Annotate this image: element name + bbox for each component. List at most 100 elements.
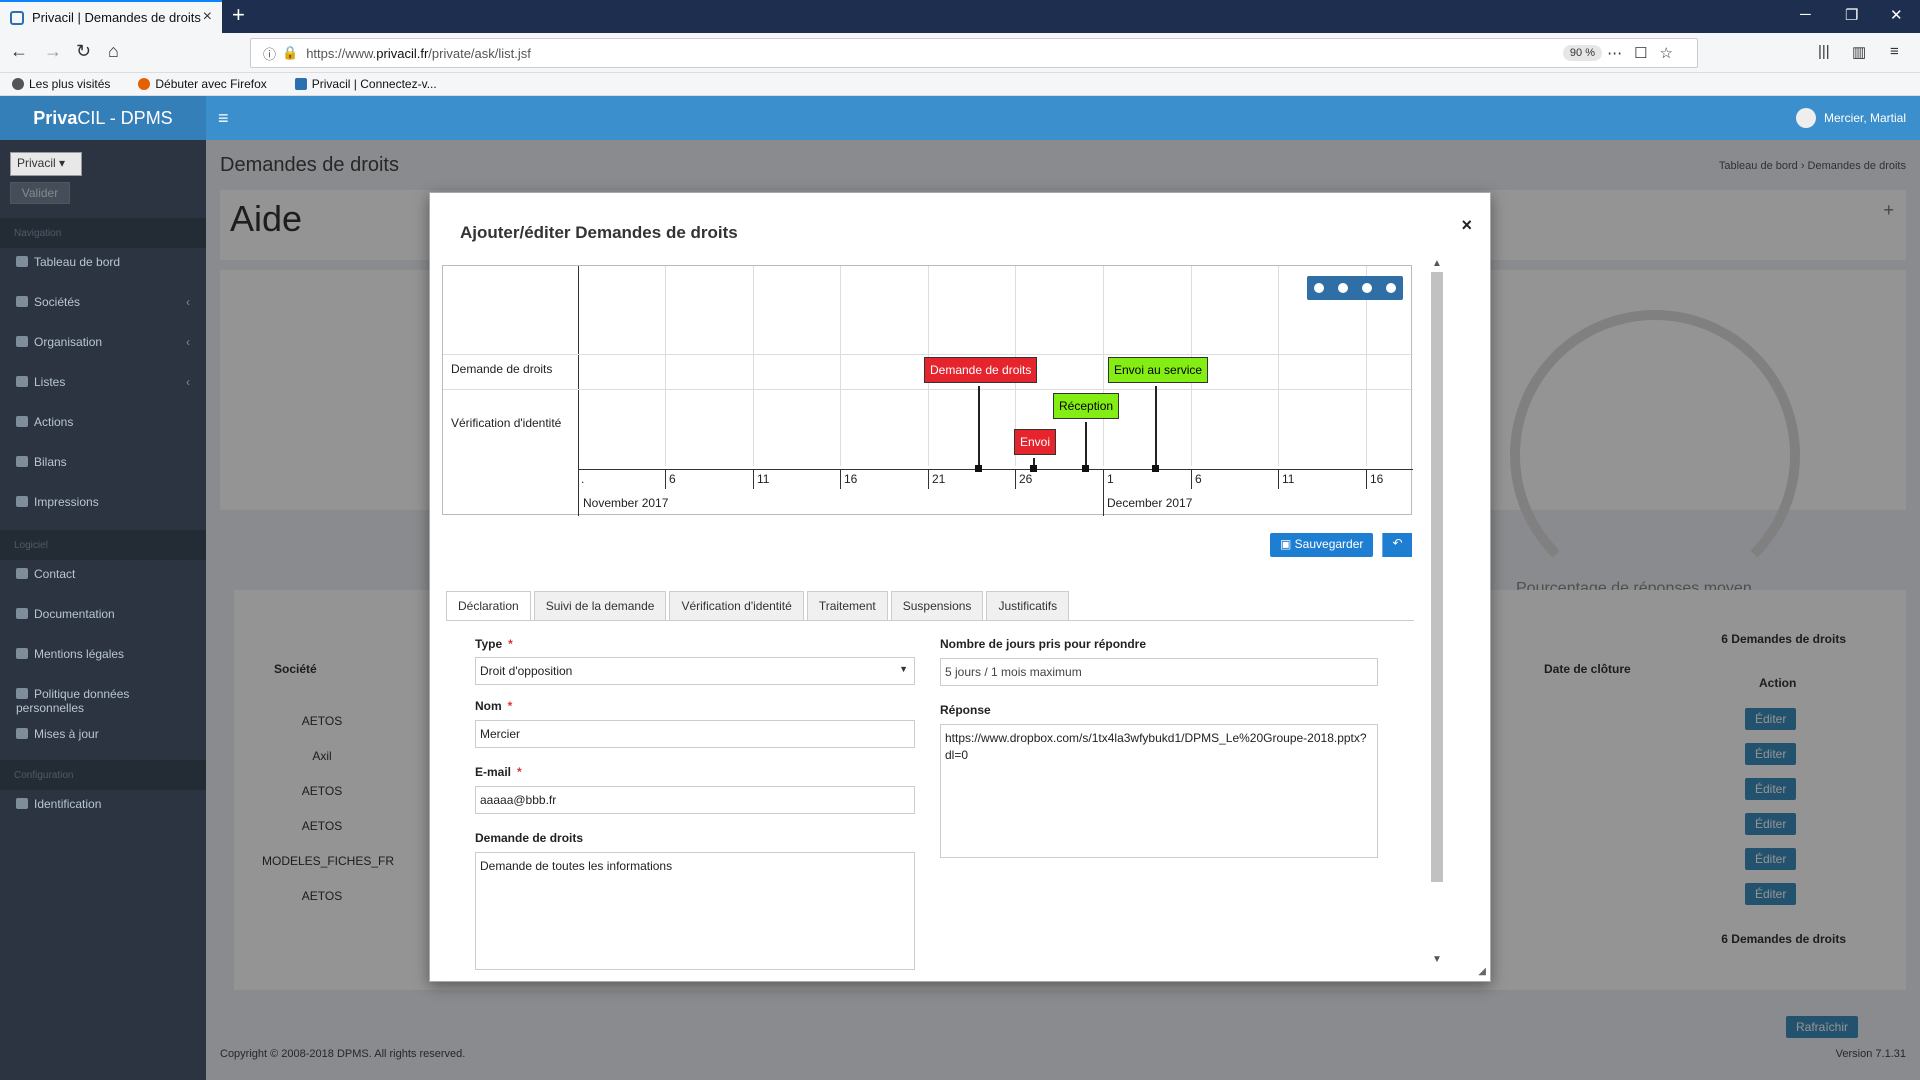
timeline-event-dot (975, 465, 982, 472)
request-textarea[interactable]: Demande de toutes les informations (475, 852, 915, 970)
sidebar-item-contact[interactable]: Contact (0, 560, 206, 590)
sidebar-item-lists[interactable]: Listes ‹ (0, 368, 206, 398)
scroll-down-icon[interactable]: ▼ (1432, 954, 1442, 965)
request-edit-dialog: Ajouter/éditer Demandes de droits × ▲ ▼ … (429, 192, 1491, 982)
gear-icon (12, 78, 24, 90)
sidebar-item-updates[interactable]: Mises à jour (0, 720, 206, 750)
company-select[interactable]: Privacil ▾ (10, 152, 82, 176)
dialog-scrollbar[interactable]: ▲ ▼ (1430, 258, 1444, 968)
bookmarks-bar: Les plus visités Débuter avec Firefox Pr… (0, 73, 1920, 96)
timeline-tick-label: 16 (1370, 472, 1384, 486)
bookmark-privacil[interactable]: Privacil | Connectez-v... (294, 77, 451, 91)
sidebar-item-documentation[interactable]: Documentation (0, 600, 206, 630)
name-field[interactable]: Mercier (475, 720, 915, 748)
sidebar-item-dashboard[interactable]: Tableau de bord (0, 248, 206, 278)
back-button[interactable]: ↶ (1382, 533, 1412, 557)
back-icon[interactable]: ← (10, 41, 28, 62)
timeline-tick (1366, 469, 1367, 489)
user-menu[interactable]: Mercier, Martial (1795, 108, 1906, 128)
list-icon (16, 376, 28, 387)
browser-tab-active[interactable]: Privacil | Demandes de droits × (0, 0, 222, 33)
mail-icon (16, 568, 28, 579)
timeline-row-label: Vérification d'identité (451, 416, 562, 430)
timeline-event[interactable]: Réception (1053, 393, 1120, 419)
sidebar-item-reports[interactable]: Bilans (0, 448, 206, 478)
tab-declaration[interactable]: Déclaration (446, 591, 531, 621)
app-logo[interactable]: Priva CIL - DPMS (0, 96, 206, 140)
page-actions-icon[interactable]: ⋯☐☆ (1607, 44, 1685, 62)
sidebar-item-actions[interactable]: Actions (0, 408, 206, 438)
tab-request-tracking[interactable]: Suivi de la demande (533, 591, 667, 621)
zoom-in-icon[interactable] (1314, 283, 1324, 293)
info-icon[interactable]: ⓘ (263, 44, 276, 63)
sidebar-item-identification[interactable]: Identification (0, 790, 206, 820)
new-tab-icon[interactable]: + (232, 2, 245, 28)
sidebar-item-companies[interactable]: Sociétés ‹ (0, 288, 206, 318)
email-field[interactable]: aaaaa@bbb.fr (475, 786, 915, 814)
url-prefix: https://www. (306, 45, 377, 61)
resize-handle-icon[interactable]: ◢ (1478, 966, 1486, 977)
forward-icon[interactable]: → (44, 41, 62, 62)
hamburger-icon[interactable]: ≡ (218, 108, 229, 129)
tab-processing[interactable]: Traitement (806, 591, 888, 621)
timeline-tick-label: 11 (757, 472, 770, 486)
bookmark-most-visited[interactable]: Les plus visités (12, 77, 124, 91)
sidebar-item-printing[interactable]: Impressions (0, 488, 206, 518)
reload-icon[interactable]: ↻ (76, 41, 91, 62)
app-header: Priva CIL - DPMS ≡ Mercier, Martial (0, 96, 1920, 140)
response-days-field[interactable]: 5 jours / 1 mois maximum (940, 658, 1378, 686)
timeline-event[interactable]: Demande de droits (924, 357, 1038, 383)
sidebar-toggle-icon[interactable]: ▥ (1852, 43, 1866, 61)
move-right-icon[interactable] (1386, 283, 1396, 293)
timeline-zoom-controls[interactable] (1307, 276, 1403, 300)
save-icon: ▣ (1280, 537, 1295, 551)
response-textarea[interactable]: https://www.dropbox.com/s/1tx4la3wfybukd… (940, 724, 1378, 858)
zoom-out-icon[interactable] (1338, 283, 1348, 293)
timeline-tick-label: 1 (1107, 472, 1114, 486)
tab-suspensions[interactable]: Suspensions (890, 591, 984, 621)
sidebar-item-privacy[interactable]: Politique données personnelles (0, 680, 206, 715)
zoom-level[interactable]: 90 % (1562, 45, 1602, 61)
timeline-month-label: December 2017 (1107, 496, 1193, 510)
timeline-event[interactable]: Envoi (1014, 429, 1057, 455)
menu-icon[interactable]: ≡ (1890, 43, 1899, 60)
type-select[interactable]: Droit d'opposition ▼ (475, 657, 915, 685)
timeline-tick-label: 26 (1019, 472, 1033, 486)
sidebar-item-organisation[interactable]: Organisation ‹ (0, 328, 206, 358)
timeline-tick (1015, 469, 1016, 489)
scroll-thumb[interactable] (1431, 272, 1443, 882)
tab-evidence[interactable]: Justificatifs (986, 591, 1070, 621)
timeline-tick (665, 469, 666, 489)
timeline-axis (578, 469, 1413, 470)
timeline-event[interactable]: Envoi au service (1108, 357, 1209, 383)
url-path: /private/ask/list.jsf (428, 45, 531, 61)
scroll-up-icon[interactable]: ▲ (1432, 258, 1442, 269)
save-button[interactable]: ▣ Sauvegarder (1270, 533, 1374, 557)
close-window-icon[interactable]: ✕ (1890, 6, 1903, 24)
tab-identity-verification[interactable]: Vérification d'identité (669, 591, 804, 621)
restore-icon[interactable]: ❐ (1845, 6, 1858, 24)
browser-navbar: ← → ↻ ⌂ ⓘ 🔒 https://www. privacil.fr/priv… (0, 33, 1920, 73)
minimize-icon[interactable]: ─ (1800, 6, 1811, 23)
print-icon (16, 496, 28, 507)
privacil-favicon-icon (10, 10, 24, 25)
timeline-tick-label: . (581, 472, 585, 486)
timeline-event-stem (1155, 386, 1157, 468)
sidebar-heading-navigation: Navigation (0, 218, 206, 248)
validate-button[interactable]: Valider (10, 182, 70, 204)
response-days-label: Nombre de jours pris pour répondre (940, 637, 1147, 651)
timeline-month-label: November 2017 (583, 496, 669, 510)
type-label: Type * (475, 637, 513, 651)
home-icon[interactable]: ⌂ (108, 41, 119, 62)
bookmark-firefox[interactable]: Débuter avec Firefox (138, 77, 280, 91)
close-tab-icon[interactable]: × (203, 8, 212, 26)
building-icon (16, 296, 28, 307)
move-left-icon[interactable] (1362, 283, 1372, 293)
library-icon[interactable]: ||| (1818, 43, 1830, 60)
close-icon[interactable]: × (1461, 215, 1472, 236)
chevron-down-icon: ▼ (899, 664, 908, 674)
sidebar-item-legal[interactable]: Mentions légales (0, 640, 206, 670)
url-bar[interactable]: ⓘ 🔒 https://www. privacil.fr/private/ask/… (250, 38, 1698, 68)
dashboard-icon (16, 256, 28, 267)
chevron-left-icon: ‹ (186, 295, 190, 309)
